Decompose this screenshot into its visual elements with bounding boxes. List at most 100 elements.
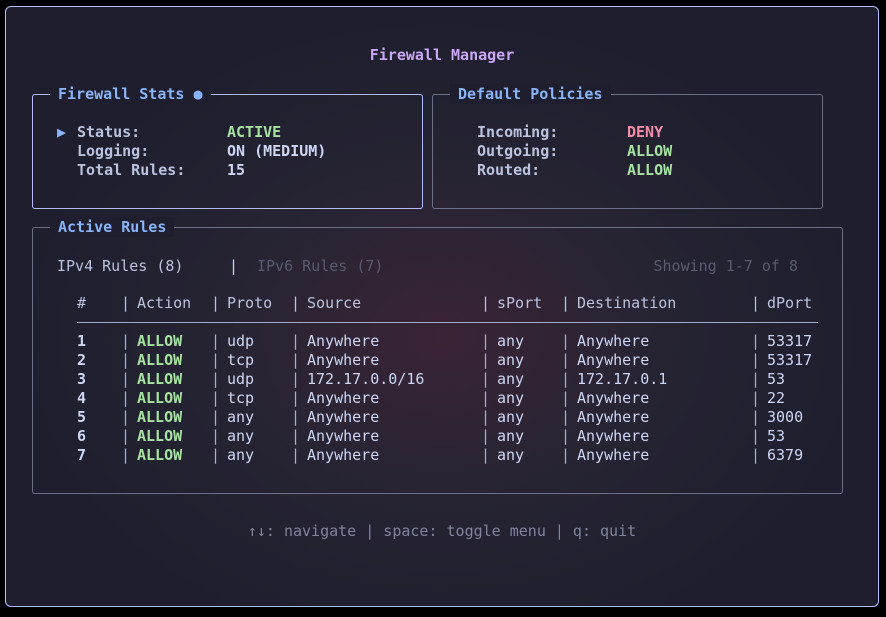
rule-action: ALLOW <box>137 351 183 369</box>
rule-proto: any <box>227 446 255 464</box>
col-separator: | <box>751 370 761 388</box>
col-separator: | <box>121 351 131 369</box>
rule-action: ALLOW <box>137 332 183 350</box>
rule-dport: 53 <box>767 370 786 388</box>
col-separator: | <box>291 370 301 388</box>
col-header-source: Source <box>307 294 362 312</box>
col-separator: | <box>561 408 571 426</box>
col-separator: | <box>121 446 131 464</box>
table-row[interactable]: 7 | ALLOW | any | Anywhere | any | Anywhere | 6379 <box>33 446 842 465</box>
rule-sport: any <box>497 370 525 388</box>
rule-number: 4 <box>77 389 87 407</box>
rule-sport: any <box>497 332 525 350</box>
stats-row-total-rules[interactable]: Total Rules: 15 <box>33 161 422 180</box>
col-separator: | <box>481 389 491 407</box>
rules-tabs: IPv4 Rules (8) | IPv6 Rules (7) Showing … <box>57 256 818 276</box>
default-policies-panel[interactable]: Default Policies Incoming: DENY Outgoing… <box>432 84 823 209</box>
col-separator: | <box>291 427 301 445</box>
rule-number: 1 <box>77 332 87 350</box>
default-policies-legend: Default Policies <box>450 84 611 104</box>
col-separator: | <box>481 351 491 369</box>
rule-action: ALLOW <box>137 427 183 445</box>
col-separator: | <box>481 446 491 464</box>
rule-destination: Anywhere <box>577 427 650 445</box>
rule-number: 5 <box>77 408 87 426</box>
routed-label: Routed: <box>477 161 541 179</box>
firewall-stats-panel[interactable]: Firewall Stats ● ▶ Status: ACTIVE Loggin… <box>32 84 423 209</box>
outgoing-label: Outgoing: <box>477 142 559 160</box>
rule-proto: udp <box>227 332 255 350</box>
total-rules-value: 15 <box>227 161 246 179</box>
table-row[interactable]: 6 | ALLOW | any | Anywhere | any | Anywhere | 53 <box>33 427 842 446</box>
table-row[interactable]: 1 | ALLOW | udp | Anywhere | any | Anywhere | 53317 <box>33 332 842 351</box>
rule-source: Anywhere <box>307 427 380 445</box>
col-separator: | <box>481 427 491 445</box>
stats-row-status[interactable]: ▶ Status: ACTIVE <box>33 123 422 142</box>
table-row[interactable]: 4 | ALLOW | tcp | Anywhere | any | Anywhere | 22 <box>33 389 842 408</box>
policy-row-routed[interactable]: Routed: ALLOW <box>433 161 822 180</box>
logging-value: ON (MEDIUM) <box>227 142 327 160</box>
app-title: Firewall Manager <box>369 46 515 64</box>
logging-label: Logging: <box>77 142 150 160</box>
rule-number: 7 <box>77 446 87 464</box>
col-separator: | <box>291 446 301 464</box>
col-header-proto: Proto <box>227 294 273 312</box>
col-header-destination: Destination <box>577 294 677 312</box>
col-separator: | <box>561 389 571 407</box>
rule-proto: any <box>227 427 255 445</box>
rule-dport: 6379 <box>767 446 804 464</box>
col-separator: | <box>121 389 131 407</box>
active-rules-panel[interactable]: Active Rules IPv4 Rules (8) | IPv6 Rules… <box>32 217 843 494</box>
col-separator: | <box>291 408 301 426</box>
rule-dport: 3000 <box>767 408 804 426</box>
col-separator: | <box>481 332 491 350</box>
help-bar: ↑↓: navigate | space: toggle menu | q: q… <box>247 522 637 540</box>
col-separator: | <box>751 427 761 445</box>
selection-marker-icon: ▶ <box>57 123 67 141</box>
policy-row-outgoing[interactable]: Outgoing: ALLOW <box>433 142 822 161</box>
col-separator: | <box>561 370 571 388</box>
rule-destination: Anywhere <box>577 351 650 369</box>
status-label: Status: <box>77 123 141 141</box>
col-separator: | <box>751 294 761 312</box>
table-row[interactable]: 5 | ALLOW | any | Anywhere | any | Anywhere | 3000 <box>33 408 842 427</box>
firewall-stats-legend: Firewall Stats ● <box>50 84 211 104</box>
col-separator: | <box>481 408 491 426</box>
rule-destination: Anywhere <box>577 446 650 464</box>
rule-dport: 22 <box>767 389 786 407</box>
col-separator: | <box>751 446 761 464</box>
rule-proto: tcp <box>227 389 255 407</box>
outgoing-value: ALLOW <box>627 142 673 160</box>
tab-ipv4-rules[interactable]: IPv4 Rules (8) <box>57 256 183 276</box>
table-row[interactable]: 2 | ALLOW | tcp | Anywhere | any | Anywhere | 53317 <box>33 351 842 370</box>
col-separator: | <box>481 370 491 388</box>
col-separator: | <box>211 446 221 464</box>
col-header-sport: sPort <box>497 294 543 312</box>
col-separator: | <box>211 427 221 445</box>
rule-source: Anywhere <box>307 446 380 464</box>
incoming-label: Incoming: <box>477 123 559 141</box>
col-separator: | <box>121 294 131 312</box>
rules-count-indicator: Showing 1-7 of 8 <box>653 257 799 275</box>
rule-destination: Anywhere <box>577 389 650 407</box>
rule-dport: 53317 <box>767 351 813 369</box>
tab-ipv6-rules[interactable]: IPv6 Rules (7) <box>257 256 383 276</box>
rule-sport: any <box>497 446 525 464</box>
col-separator: | <box>211 408 221 426</box>
policy-row-incoming[interactable]: Incoming: DENY <box>433 123 822 142</box>
routed-value: ALLOW <box>627 161 673 179</box>
col-separator: | <box>751 389 761 407</box>
stats-row-logging[interactable]: Logging: ON (MEDIUM) <box>33 142 422 161</box>
col-header-action: Action <box>137 294 192 312</box>
rule-dport: 53317 <box>767 332 813 350</box>
rule-action: ALLOW <box>137 446 183 464</box>
rule-source: Anywhere <box>307 408 380 426</box>
col-separator: | <box>751 408 761 426</box>
rule-destination: Anywhere <box>577 408 650 426</box>
col-separator: | <box>211 351 221 369</box>
total-rules-label: Total Rules: <box>77 161 186 179</box>
rule-action: ALLOW <box>137 370 183 388</box>
rule-sport: any <box>497 351 525 369</box>
col-separator: | <box>121 408 131 426</box>
table-row[interactable]: 3 | ALLOW | udp | 172.17.0.0/16 | any | 172.17.0.1… <box>33 370 842 389</box>
